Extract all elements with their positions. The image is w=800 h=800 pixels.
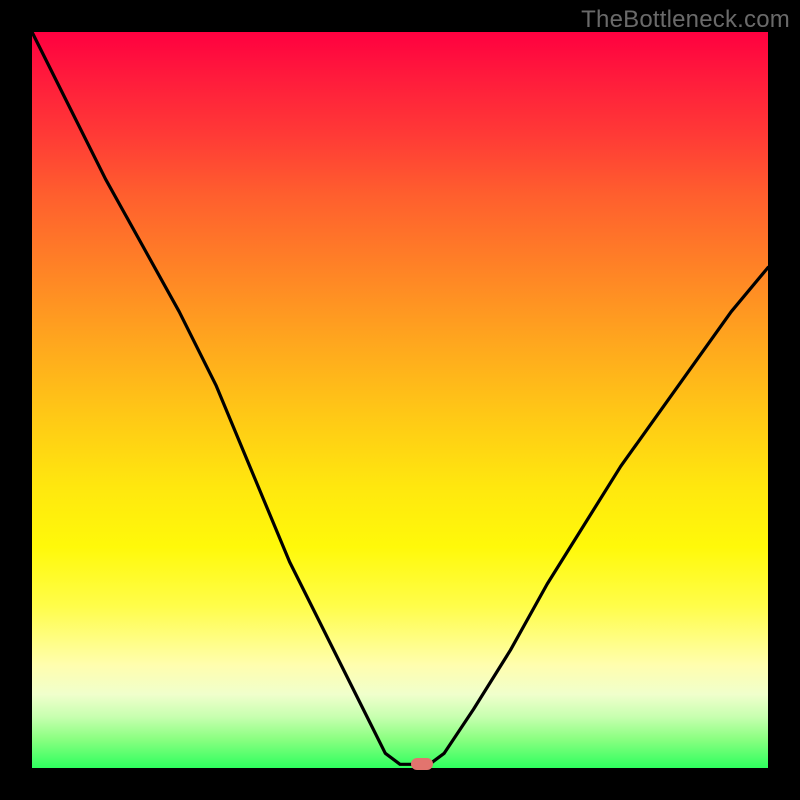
optimal-marker — [411, 758, 433, 770]
chart-frame: TheBottleneck.com — [0, 0, 800, 800]
curve-path — [32, 32, 768, 764]
watermark-text: TheBottleneck.com — [581, 6, 790, 34]
chart-plot-area — [32, 32, 768, 768]
bottleneck-curve — [32, 32, 768, 768]
